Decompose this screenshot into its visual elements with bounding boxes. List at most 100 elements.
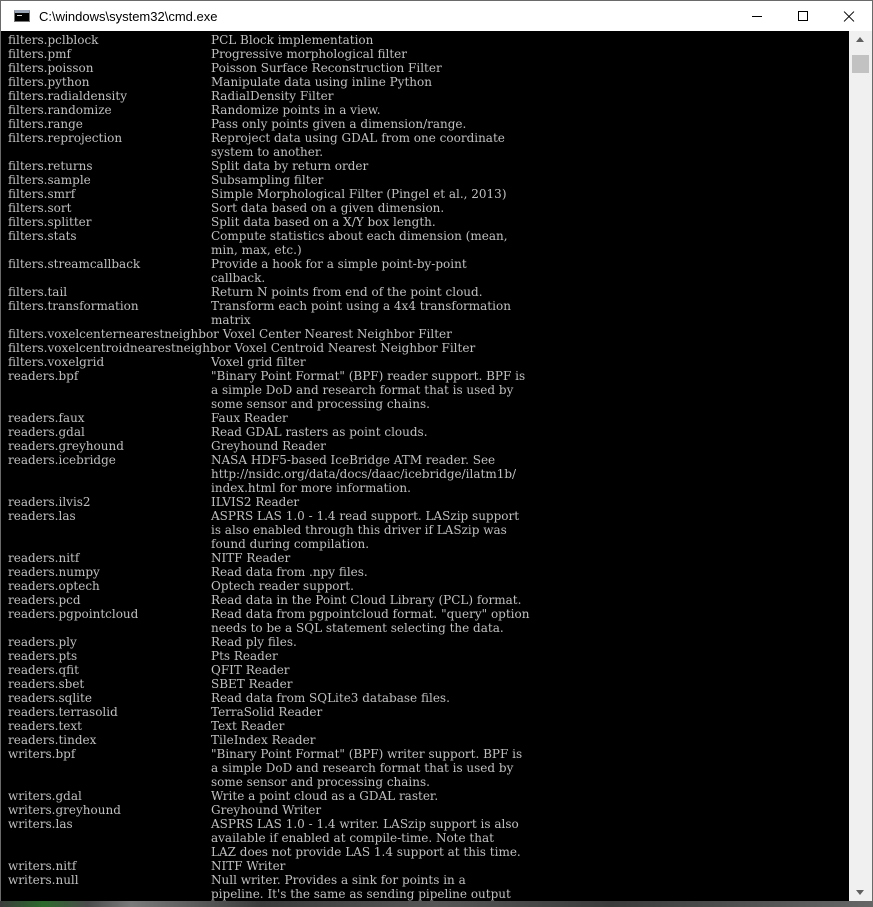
minimize-icon[interactable] bbox=[734, 1, 780, 31]
stage-name: filters.randomize bbox=[8, 103, 112, 117]
stage-name: filters.range bbox=[8, 117, 83, 131]
stage-name: filters.pmf bbox=[8, 47, 71, 61]
stage-description: "Binary Point Format" (BPF) writer suppo… bbox=[211, 747, 523, 761]
stage-name: writers.bpf bbox=[8, 747, 76, 761]
taskbar-strip bbox=[0, 901, 873, 907]
vertical-scrollbar[interactable] bbox=[849, 31, 872, 901]
scroll-thumb[interactable] bbox=[852, 55, 869, 73]
stage-description: some sensor and processing chains. bbox=[211, 397, 430, 411]
stage-description: Read data from SQLite3 database files. bbox=[211, 691, 450, 705]
stage-description: min, max, etc.) bbox=[211, 243, 302, 257]
stage-name: readers.gdal bbox=[8, 425, 85, 439]
stage-description: index.html for more information. bbox=[211, 481, 411, 495]
stage-description: system to another. bbox=[211, 145, 324, 159]
stage-description: a simple DoD and research format that is… bbox=[211, 383, 514, 397]
stage-name: filters.returns bbox=[8, 159, 93, 173]
stage-name: readers.terrasolid bbox=[8, 705, 118, 719]
close-icon[interactable] bbox=[826, 1, 872, 31]
stage-description: Poisson Surface Reconstruction Filter bbox=[211, 61, 442, 75]
stage-description: TerraSolid Reader bbox=[211, 705, 323, 719]
stage-description: Text Reader bbox=[211, 719, 285, 733]
stage-name: readers.las bbox=[8, 509, 76, 523]
stage-name: readers.pts bbox=[8, 649, 78, 663]
caption-buttons bbox=[734, 1, 872, 31]
stage-description: Null writer. Provides a sink for points … bbox=[211, 873, 466, 887]
stage-name: readers.numpy bbox=[8, 565, 100, 579]
stage-description: ASPRS LAS 1.0 - 1.4 writer. LASzip suppo… bbox=[211, 817, 519, 831]
stage-description: found during compilation. bbox=[211, 537, 370, 551]
stage-description: Greyhound Writer bbox=[211, 803, 322, 817]
stage-name: readers.nitf bbox=[8, 551, 80, 565]
stage-description: Split data based on a X/Y box length. bbox=[211, 215, 436, 229]
maximize-icon[interactable] bbox=[780, 1, 826, 31]
stage-name: readers.greyhound bbox=[8, 439, 124, 453]
stage-description: QFIT Reader bbox=[211, 663, 290, 677]
stage-description: Progressive morphological filter bbox=[211, 47, 407, 61]
stage-name: filters.sample bbox=[8, 173, 91, 187]
stage-description: pipeline. It's the same as sending pipel… bbox=[211, 887, 511, 901]
stage-description: http://nsidc.org/data/docs/daac/icebridg… bbox=[211, 467, 517, 481]
stage-name: readers.pcd bbox=[8, 593, 81, 607]
stage-description: Provide a hook for a simple point-by-poi… bbox=[211, 257, 467, 271]
stage-description: LAZ does not provide LAS 1.4 support at … bbox=[211, 845, 521, 859]
stage-name: readers.sbet bbox=[8, 677, 85, 691]
stage-description: Simple Morphological Filter (Pingel et a… bbox=[211, 187, 507, 201]
stage-description: Randomize points in a view. bbox=[211, 103, 381, 117]
stage-description: callback. bbox=[211, 271, 266, 285]
stage-description: matrix bbox=[211, 313, 251, 327]
stage-description: PCL Block implementation bbox=[211, 33, 374, 47]
scroll-up-arrow-icon[interactable] bbox=[849, 31, 872, 48]
stage-description: Pass only points given a dimension/range… bbox=[211, 117, 467, 131]
stage-description: SBET Reader bbox=[211, 677, 293, 691]
stage-name: readers.tindex bbox=[8, 733, 97, 747]
stage-name: readers.icebridge bbox=[8, 453, 116, 467]
stage-name: filters.pclblock bbox=[8, 33, 99, 47]
console-icon bbox=[14, 10, 30, 22]
stage-description: Transform each point using a 4x4 transfo… bbox=[211, 299, 511, 313]
stage-name: filters.tail bbox=[8, 285, 68, 299]
stage-name: filters.stats bbox=[8, 229, 77, 243]
stage-description: NITF Reader bbox=[211, 551, 291, 565]
stage-name: readers.faux bbox=[8, 411, 85, 425]
stage-name: writers.greyhound bbox=[8, 803, 121, 817]
stage-name: writers.null bbox=[8, 873, 79, 887]
stage-description: needs to be a SQL statement selecting th… bbox=[211, 621, 504, 635]
stage-name: filters.smrf bbox=[8, 187, 76, 201]
stage-name: filters.transformation bbox=[8, 299, 139, 313]
stage-description: TileIndex Reader bbox=[211, 733, 316, 747]
stage-description: Split data by return order bbox=[211, 159, 369, 173]
stage-name: filters.voxelcentroidnearestneighbor Vox… bbox=[8, 341, 476, 355]
stage-name: filters.python bbox=[8, 75, 90, 89]
stage-description: Voxel grid filter bbox=[211, 355, 306, 369]
stage-description: Compute statistics about each dimension … bbox=[211, 229, 508, 243]
stage-description: is also enabled through this driver if L… bbox=[211, 523, 507, 537]
cmd-window: C:\windows\system32\cmd.exe filters.pclb… bbox=[0, 0, 873, 901]
stage-description: Write a point cloud as a GDAL raster. bbox=[211, 789, 439, 803]
stage-name: readers.text bbox=[8, 719, 82, 733]
stage-name: writers.nitf bbox=[8, 859, 77, 873]
stage-description: some sensor and processing chains. bbox=[211, 775, 430, 789]
stage-name: writers.gdal bbox=[8, 789, 82, 803]
stage-name: readers.bpf bbox=[8, 369, 79, 383]
stage-description: ASPRS LAS 1.0 - 1.4 read support. LASzip… bbox=[211, 509, 520, 523]
stage-description: NASA HDF5-based IceBridge ATM reader. Se… bbox=[211, 453, 496, 467]
stage-name: filters.poisson bbox=[8, 61, 94, 75]
window-title: C:\windows\system32\cmd.exe bbox=[39, 8, 218, 24]
stage-description: Faux Reader bbox=[211, 411, 288, 425]
stage-description: Manipulate data using inline Python bbox=[211, 75, 432, 89]
stage-description: a simple DoD and research format that is… bbox=[211, 761, 514, 775]
stage-description: NITF Writer bbox=[211, 859, 286, 873]
stage-description: Optech reader support. bbox=[211, 579, 354, 593]
stage-name: filters.voxelcenternearestneighbor Voxel… bbox=[8, 327, 452, 341]
console-output[interactable]: filters.pclblock PCL Block implementation… bbox=[1, 31, 849, 901]
stage-name: readers.sqlite bbox=[8, 691, 92, 705]
scroll-down-arrow-icon[interactable] bbox=[849, 884, 872, 901]
stage-description: ILVIS2 Reader bbox=[211, 495, 300, 509]
title-bar[interactable]: C:\windows\system32\cmd.exe bbox=[1, 1, 872, 31]
stage-description: "Binary Point Format" (BPF) reader suppo… bbox=[211, 369, 526, 383]
stage-name: readers.ply bbox=[8, 635, 77, 649]
stage-name: readers.pgpointcloud bbox=[8, 607, 139, 621]
stage-description: Subsampling filter bbox=[211, 173, 324, 187]
stage-description: Read data from .npy files. bbox=[211, 565, 368, 579]
stage-description: Reproject data using GDAL from one coord… bbox=[211, 131, 505, 145]
